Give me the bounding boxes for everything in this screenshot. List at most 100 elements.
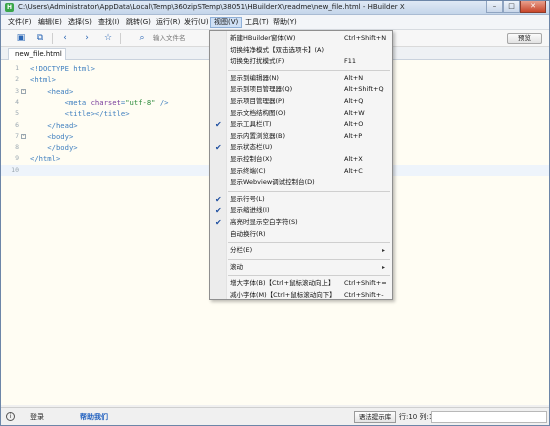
view-menu-item[interactable]: 切换免打扰模式(F) F11 [210, 56, 392, 67]
menu-tools[interactable]: 工具(T) [242, 17, 272, 28]
menu-view[interactable]: 视图(V) [210, 17, 243, 28]
menu-publish[interactable]: 发行(U) [181, 17, 212, 28]
menu-item-label: 显示控制台(X) [230, 155, 273, 163]
line-number: 10 [11, 165, 19, 174]
login-link[interactable]: 登录 [30, 412, 44, 422]
code-token: <body> [30, 131, 74, 141]
menu-item-shortcut: Alt+C [344, 166, 363, 175]
code-token: <!DOCTYPE html> [30, 64, 95, 73]
maximize-button[interactable]: □ [503, 1, 520, 13]
menu-item-label: 减小字体(M)【Ctrl+鼠标滚动向下】 [230, 291, 336, 299]
view-menu-item[interactable]: 切换纯净模式【双击选项卡】(A) [210, 45, 392, 56]
code-token: <html> [30, 75, 56, 85]
view-menu-item[interactable]: 显示终端(C) Alt+C [210, 166, 392, 177]
search-icon[interactable]: ⌕ [136, 32, 148, 44]
code-text: <meta charset="utf-8" /> [30, 97, 169, 108]
menu-item-shortcut: Alt+N [344, 73, 364, 82]
copy-icon[interactable]: ⧉ [34, 32, 46, 44]
view-menu-item[interactable]: ✔ 显示行号(L) [210, 194, 392, 205]
menu-goto[interactable]: 跳转(G) [123, 17, 154, 28]
tab-new-file[interactable]: new_file.html [8, 48, 66, 60]
line-number: 1 [15, 64, 19, 72]
line-number: 7 [15, 131, 19, 140]
view-menu-item[interactable]: 显示Webview调试控制台(D) [210, 177, 392, 188]
fold-toggle-icon[interactable]: - [21, 133, 26, 139]
app-window: H C:\Users\Administrator\AppData\Local\T… [0, 0, 550, 426]
code-token: "utf-8" [125, 97, 156, 107]
view-menu-item[interactable]: 增大字体(B)【Ctrl+鼠标滚动向上】 Ctrl+Shift+= [210, 278, 392, 289]
view-menu-item[interactable]: 分栏(E) ▸ [210, 245, 392, 256]
view-menu-dropdown: 新建HBuilder窗体(W) Ctrl+Shift+N 切换纯净模式【双击选项卡】… [209, 30, 393, 300]
fold-toggle-icon[interactable]: - [21, 88, 26, 94]
menu-item-label: 分栏(E) [230, 246, 253, 255]
view-menu-item[interactable]: ✔ 显示状态栏(U) [210, 142, 392, 153]
minimize-button[interactable]: – [486, 1, 503, 13]
line-number: 6 [15, 120, 19, 129]
menu-find[interactable]: 查找(I) [95, 17, 123, 28]
save-icon[interactable]: ▣ [15, 32, 27, 44]
close-button[interactable]: ✕ [520, 1, 546, 13]
code-token: </head> [30, 120, 78, 130]
preview-button[interactable]: 预览 [507, 33, 542, 44]
window-controls: – □ ✕ [486, 1, 546, 13]
status-input-box[interactable] [431, 411, 547, 423]
menu-select[interactable]: 选择(S) [65, 17, 95, 28]
code-text: </head> [30, 120, 78, 131]
view-menu-item[interactable]: 自动换行(R) [210, 229, 392, 240]
toolbar-divider [52, 33, 53, 44]
syntax-library-button[interactable]: 语法提示库 [354, 411, 396, 423]
view-menu-item[interactable]: ✔ 高亮时显示空白字符(S) [210, 217, 392, 228]
code-text: </body> [30, 142, 77, 153]
cursor-position: 行:10 列:1 [399, 413, 434, 421]
file-search-input[interactable] [153, 33, 203, 44]
menu-item-label: 新建HBuilder窗体(W) [230, 34, 296, 42]
info-icon[interactable]: i [6, 412, 15, 421]
checkmark-icon: ✔ [215, 194, 222, 204]
menu-edit[interactable]: 编辑(E) [35, 17, 65, 28]
menu-item-label: 切换免打扰模式(F) [230, 57, 285, 66]
line-number: 2 [15, 75, 19, 84]
toolbar-divider [120, 33, 121, 44]
line-number: 4 [15, 97, 19, 106]
view-menu-item[interactable]: 显示内置浏览器(B) Alt+P [210, 131, 392, 142]
menu-item-label: 显示状态栏(U) [230, 143, 273, 152]
menu-file[interactable]: 文件(F) [5, 17, 35, 28]
menu-item-label: 滚动 [230, 262, 243, 271]
star-icon[interactable]: ☆ [102, 32, 114, 44]
code-token: </html> [30, 154, 61, 164]
help-us-link[interactable]: 帮助我们 [80, 412, 108, 422]
menu-item-label: 切换纯净模式【双击选项卡】(A) [230, 45, 325, 54]
view-menu-item[interactable]: 显示控制台(X) Alt+X [210, 154, 392, 165]
code-text: <head> [30, 86, 73, 97]
menu-item-label: 高亮时显示空白字符(S) [230, 218, 298, 226]
view-menu-item[interactable]: 显示文档结构图(O) Alt+W [210, 108, 392, 119]
menu-item-label: 显示文档结构图(O) [230, 108, 286, 117]
code-text: <title></title> [30, 108, 130, 119]
line-number: 9 [15, 154, 19, 163]
view-menu-item[interactable]: 显示到项目管理器(Q) Alt+Shift+Q [210, 84, 392, 95]
menu-item-shortcut: Ctrl+Shift+= [344, 279, 387, 288]
view-menu-item[interactable]: 新建HBuilder窗体(W) Ctrl+Shift+N [210, 33, 392, 44]
menu-help[interactable]: 帮助(Y) [270, 17, 300, 28]
menu-item-label: 显示项目管理器(P) [230, 97, 285, 105]
menu-item-shortcut: Alt+Shift+Q [344, 85, 384, 94]
code-text: <!DOCTYPE html> [30, 63, 95, 74]
view-menu-item[interactable]: 显示到编辑器(N) Alt+N [210, 73, 392, 84]
back-icon[interactable]: ‹ [59, 32, 71, 44]
view-menu-item[interactable]: 显示项目管理器(P) Alt+Q [210, 96, 392, 107]
menu-separator [228, 69, 390, 71]
submenu-arrow-icon: ▸ [382, 247, 386, 255]
menu-item-label: 显示行号(L) [230, 194, 265, 203]
view-menu-item[interactable]: ✔ 显示工具栏(T) Alt+O [210, 119, 392, 130]
menu-item-shortcut: Alt+X [344, 155, 363, 163]
menu-separator [228, 242, 390, 244]
menu-item-label: 显示到项目管理器(Q) [230, 85, 293, 94]
menu-run[interactable]: 运行(R) [153, 17, 183, 28]
view-menu-item[interactable]: ✔ 显示缩进线(I) [210, 205, 392, 216]
view-menu-item[interactable]: 减小字体(M)【Ctrl+鼠标滚动向下】 Ctrl+Shift+- [210, 290, 392, 301]
view-menu-item[interactable]: 滚动 ▸ [210, 262, 392, 273]
forward-icon[interactable]: › [81, 32, 93, 44]
menu-item-shortcut: Ctrl+Shift+N [344, 34, 387, 42]
code-text: <body> [30, 131, 73, 142]
status-bar: i 登录 帮助我们 语法提示库 行:10 列:1 [1, 407, 549, 425]
